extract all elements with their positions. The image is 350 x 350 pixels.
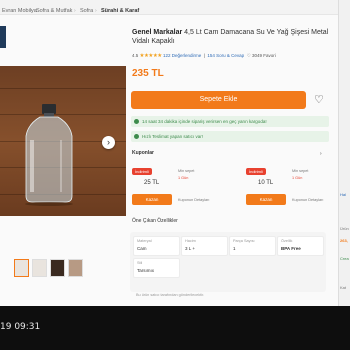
breadcrumb-item[interactable]: Sofra — [80, 8, 93, 14]
coupon-min-value: 1 Gün — [178, 176, 189, 180]
rating-score: 4.5 — [132, 53, 139, 58]
chevron-right-icon[interactable]: › — [320, 151, 322, 157]
fast-delivery-banner[interactable]: Hızlı Teslimat yapan satıcı var! — [131, 131, 329, 142]
side-panel-text: Ürün — [340, 226, 349, 231]
breadcrumb-separator-icon: › — [74, 8, 76, 14]
coupon-card: İndirimli 25 TL Min sepet 1 Gün Kazan Ku… — [132, 168, 232, 212]
heart-icon[interactable]: ♡ — [314, 93, 324, 106]
coupon-details-link[interactable]: Kuponun Detayları — [178, 198, 209, 202]
feature-cell: Materyal Cam — [133, 236, 180, 256]
qa-count-link[interactable]: 154 Soru & Cevap — [207, 53, 244, 58]
product-price: 235 TL — [132, 68, 164, 79]
brand-name[interactable]: Genel Markalar — [132, 29, 182, 36]
breadcrumb-separator-icon: › — [30, 8, 32, 14]
review-count-link[interactable]: 122 Değerlendirme — [163, 53, 201, 58]
feature-cell: Stil Tarsımıx — [133, 258, 180, 278]
coupon-tag: İndirimli — [246, 168, 266, 175]
favorite-count: 3049 Favori — [251, 53, 276, 58]
seller-note: Bu ürün satıcı tarafından gönderilecekti… — [136, 293, 205, 297]
add-to-cart-button[interactable]: Sepete Ekle — [131, 91, 306, 109]
coupon-min-label: Min sepet — [178, 169, 195, 173]
side-thumbnail[interactable] — [0, 26, 6, 48]
truck-icon — [134, 119, 139, 124]
coupon-min-label: Min sepet — [292, 169, 309, 173]
thumbnail[interactable] — [50, 259, 65, 277]
feature-cell: Parça Sayısı 1 — [229, 236, 276, 256]
coupon-details-link[interactable]: Kuponun Detayları — [292, 198, 323, 202]
right-side-panel: Hal Ürün 263, Crea Kat — [338, 0, 350, 306]
system-clock: 19 09:31 — [0, 322, 41, 332]
breadcrumb-item[interactable]: Sofra & Mutfak — [36, 8, 72, 14]
thumbnail[interactable] — [68, 259, 83, 277]
rating-row: 4.5 ★★★★★ 122 Değerlendirme | 154 Soru &… — [132, 53, 276, 59]
thumbnail[interactable] — [32, 259, 47, 277]
breadcrumb: Evran Mobilya › Sofra & Mutfak › Sofra ›… — [0, 0, 350, 15]
product-title: Genel Markalar 4,5 Lt Cam Damacana Su Ve… — [132, 28, 337, 46]
thumbnail[interactable] — [14, 259, 29, 277]
side-panel-text: Crea — [340, 256, 349, 261]
product-main-image[interactable]: › — [0, 66, 126, 216]
side-panel-price: 263, — [340, 238, 348, 243]
browser-viewport: Evran Mobilya › Sofra & Mutfak › Sofra ›… — [0, 0, 350, 306]
star-rating-icon: ★★★★★ — [139, 53, 163, 59]
coupon-min-value: 1 Gün — [292, 176, 303, 180]
lightning-icon — [134, 134, 139, 139]
side-panel-text: Kat — [340, 285, 347, 290]
chevron-right-icon[interactable]: › — [102, 136, 115, 149]
coupon-card: İndirimli 10 TL Min sepet 1 Gün Kazan Ku… — [246, 168, 346, 212]
feature-cell: Hacim 3 L + — [181, 236, 228, 256]
feature-cell: Özellik BPA Free — [277, 236, 324, 256]
coupon-amount: 10 TL — [258, 180, 274, 186]
breadcrumb-separator-icon: › — [95, 8, 97, 14]
features-heading: Öne Çıkan Özellikler — [132, 218, 178, 224]
coupons-heading: Kuponlar — [132, 150, 154, 156]
coupon-tag: İndirimli — [132, 168, 152, 175]
features-grid: Materyal Cam Hacim 3 L + Parça Sayısı 1 Öze… — [130, 232, 326, 292]
side-panel-text[interactable]: Hal — [340, 192, 346, 197]
coupon-claim-button[interactable]: Kazan — [246, 194, 286, 205]
product-detail-panel: Genel Markalar 4,5 Lt Cam Damacana Su Ve… — [126, 14, 338, 306]
coupon-claim-button[interactable]: Kazan — [132, 194, 172, 205]
coupon-amount: 25 TL — [144, 180, 160, 186]
delivery-info-banner: 14 saat 34 dakika içinde sipariş verirse… — [131, 116, 329, 127]
monitor-bezel-bottom — [0, 306, 350, 350]
